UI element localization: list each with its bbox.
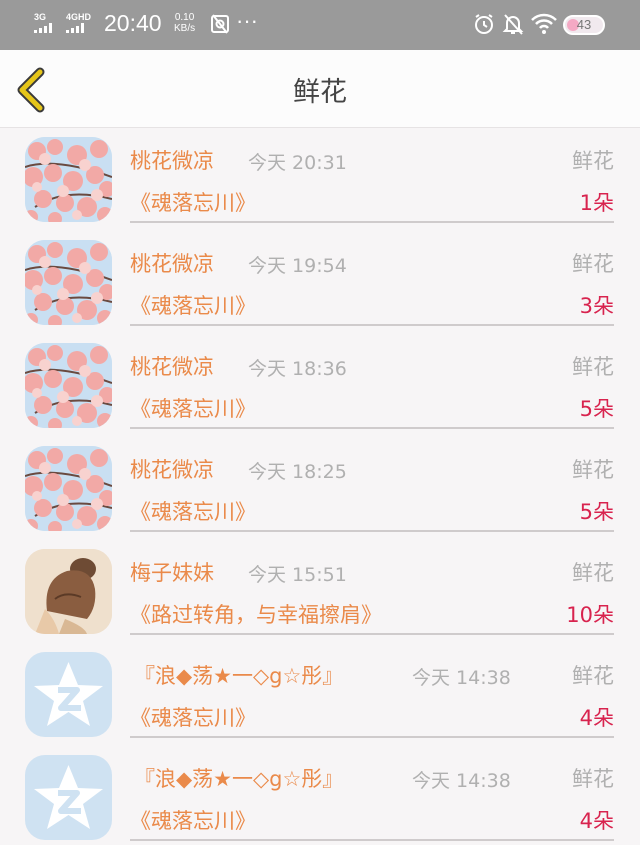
screenshot-icon [211,14,229,34]
avatar[interactable] [25,755,112,840]
gift-count: 4朵 [579,706,614,730]
gift-type: 鲜花 [572,561,614,585]
gift-time: 今天 15:51 [248,564,347,586]
wifi-icon [531,13,557,34]
sender-name[interactable]: 桃花微凉 [130,248,214,278]
alarm-icon [475,14,493,34]
gift-count: 1朵 [579,191,614,215]
book-title-link[interactable]: 《魂落忘川》 [130,496,256,526]
gift-list: 桃花微凉 今天 20:31 鲜花 《魂落忘川》 1朵 桃花微凉 今天 19:54 鲜花 《魂落… [0,128,640,845]
gift-list-item[interactable]: 桃花微凉 今天 19:54 鲜花《魂落忘川》 3朵 [0,231,640,334]
avatar[interactable] [25,446,112,531]
signal-icon: 3G 4GHD [34,12,96,34]
gift-type: 鲜花 [572,458,614,482]
row-divider [130,324,614,326]
page-title: 鲜花 [293,77,347,108]
book-title-link[interactable]: 《魂落忘川》 [130,393,256,423]
gift-list-item[interactable]: 桃花微凉 今天 20:31 鲜花《魂落忘川》 1朵 [0,128,640,231]
app-header: 鲜花 [0,50,640,128]
gift-count: 4朵 [579,809,614,833]
battery-level: 43 [576,17,592,32]
sender-name[interactable]: 『浪◆荡★一◇g☆彤』 [134,660,343,690]
row-divider [130,427,614,429]
status-bar: 3G 4GHD 20:40 0.10 KB/s ··· 43 [0,0,640,50]
net-speed: 0.10 KB/s [174,12,195,34]
gift-time: 今天 14:38 [412,667,511,689]
gift-time: 今天 18:36 [248,358,347,380]
avatar[interactable] [25,137,112,222]
row-divider [130,839,614,841]
sender-name[interactable]: 桃花微凉 [130,351,214,381]
gift-time: 今天 20:31 [248,152,347,174]
gift-type: 鲜花 [572,149,614,173]
gift-list-item[interactable]: 桃花微凉 今天 18:36 鲜花《魂落忘川》 5朵 [0,334,640,437]
gift-count: 3朵 [579,294,614,318]
book-title-link[interactable]: 《魂落忘川》 [130,805,256,835]
row-divider [130,633,614,635]
gift-type: 鲜花 [572,252,614,276]
more-notifications-icon: ··· [236,8,258,33]
net-speed-unit: KB/s [174,23,196,34]
network-4g-label: 4GHD [66,12,92,22]
sender-name[interactable]: 桃花微凉 [130,145,214,175]
sender-name[interactable]: 桃花微凉 [130,454,214,484]
sender-name[interactable]: 梅子妹妹 [130,557,214,587]
gift-list-item[interactable]: 『浪◆荡★一◇g☆彤』 今天 14:38 鲜花《魂落忘川》 4朵 [0,643,640,746]
gift-count: 5朵 [579,500,614,524]
avatar[interactable] [25,652,112,737]
gift-type: 鲜花 [572,664,614,688]
avatar[interactable] [25,240,112,325]
book-title-link[interactable]: 《路过转角，与幸福擦肩》 [130,599,382,629]
gift-count: 10朵 [566,603,614,627]
book-title-link[interactable]: 《魂落忘川》 [130,702,256,732]
book-title-link[interactable]: 《魂落忘川》 [130,187,256,217]
clock: 20:40 [104,10,162,36]
gift-time: 今天 18:25 [248,461,347,483]
network-3g-label: 3G [34,12,47,22]
row-divider [130,530,614,532]
row-divider [130,221,614,223]
gift-type: 鲜花 [572,767,614,791]
gift-list-item[interactable]: 梅子妹妹 今天 15:51 鲜花《路过转角，与幸福擦肩》 10朵 [0,540,640,643]
mute-bell-icon [502,14,524,35]
battery-icon: 43 [563,15,605,35]
sender-name[interactable]: 『浪◆荡★一◇g☆彤』 [134,763,343,793]
gift-type: 鲜花 [572,355,614,379]
gift-count: 5朵 [579,397,614,421]
gift-list-item[interactable]: 桃花微凉 今天 18:25 鲜花《魂落忘川》 5朵 [0,437,640,540]
avatar[interactable] [25,549,112,634]
row-divider [130,736,614,738]
gift-time: 今天 19:54 [248,255,347,277]
gift-list-item[interactable]: 『浪◆荡★一◇g☆彤』 今天 14:38 鲜花《魂落忘川》 4朵 [0,746,640,845]
book-title-link[interactable]: 《魂落忘川》 [130,290,256,320]
avatar[interactable] [25,343,112,428]
gift-time: 今天 14:38 [412,770,511,792]
net-speed-value: 0.10 [174,12,195,23]
